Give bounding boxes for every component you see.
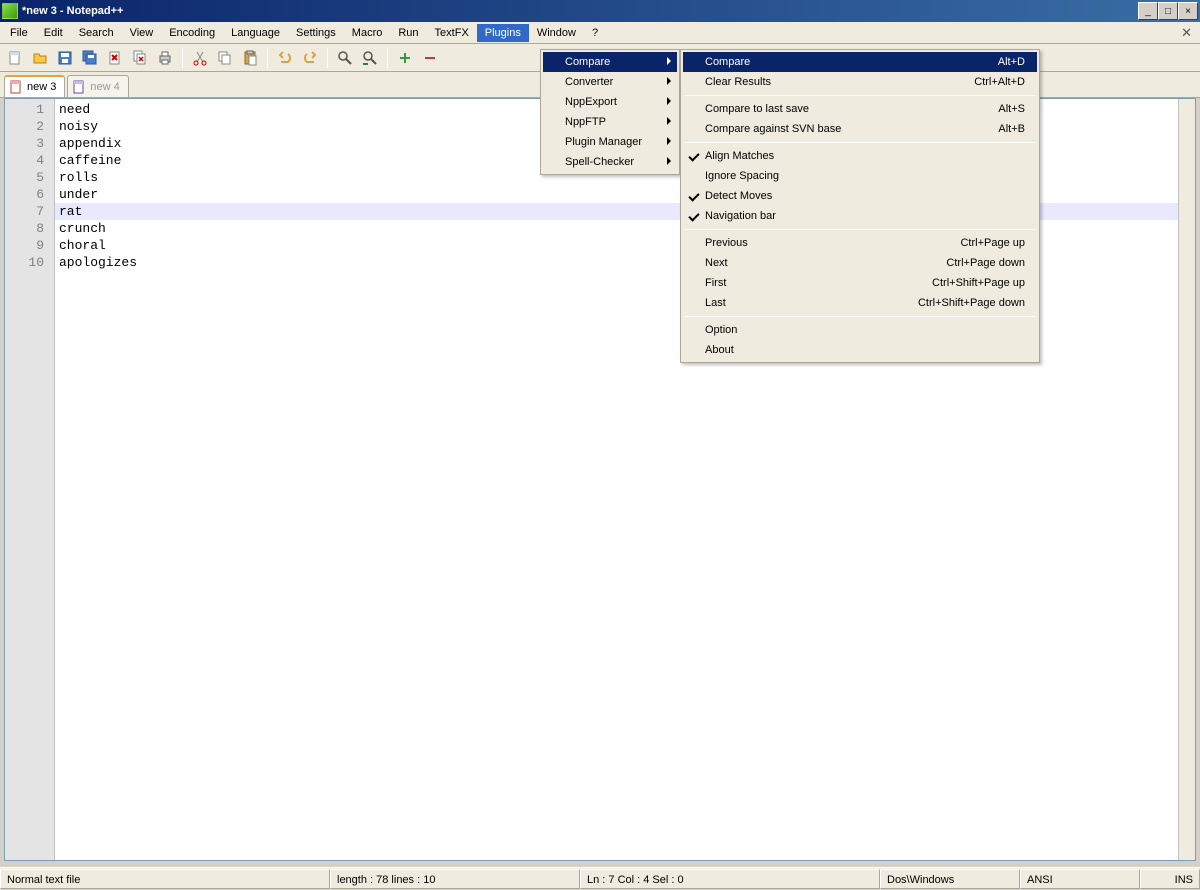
- menu-file[interactable]: File: [2, 24, 36, 42]
- compare-to-last-save[interactable]: Compare to last saveAlt+S: [683, 99, 1037, 119]
- paste-button[interactable]: [239, 47, 261, 69]
- status-bar: Normal text file length : 78 lines : 10 …: [0, 867, 1200, 889]
- open-file-button[interactable]: [29, 47, 51, 69]
- status-length: length : 78 lines : 10: [330, 869, 580, 889]
- menu-view[interactable]: View: [122, 24, 162, 42]
- replace-button[interactable]: [359, 47, 381, 69]
- menu-encoding[interactable]: Encoding: [161, 24, 223, 42]
- menu-language[interactable]: Language: [223, 24, 288, 42]
- status-insert-mode: INS: [1140, 869, 1200, 889]
- compare-about[interactable]: About: [683, 340, 1037, 360]
- tab-label: new 3: [27, 81, 56, 93]
- print-button[interactable]: [154, 47, 176, 69]
- plugins-compare[interactable]: Compare: [543, 52, 677, 72]
- save-button[interactable]: [54, 47, 76, 69]
- status-position: Ln : 7 Col : 4 Sel : 0: [580, 869, 880, 889]
- tab-new-3[interactable]: new 3: [4, 75, 65, 97]
- titlebar: *new 3 - Notepad++ _ □ ×: [0, 0, 1200, 22]
- compare-detect-moves[interactable]: Detect Moves: [683, 186, 1037, 206]
- compare-ignore-spacing[interactable]: Ignore Spacing: [683, 166, 1037, 186]
- menu-window[interactable]: Window: [529, 24, 584, 42]
- line-number-gutter: 12345 678910: [5, 99, 55, 860]
- compare-compare[interactable]: CompareAlt+D: [683, 52, 1037, 72]
- menu-search[interactable]: Search: [71, 24, 122, 42]
- file-icon: [72, 80, 86, 94]
- compare-previous[interactable]: PreviousCtrl+Page up: [683, 233, 1037, 253]
- redo-button[interactable]: [299, 47, 321, 69]
- menu-run[interactable]: Run: [390, 24, 426, 42]
- find-button[interactable]: [334, 47, 356, 69]
- copy-button[interactable]: [214, 47, 236, 69]
- status-encoding: ANSI: [1020, 869, 1140, 889]
- vertical-scrollbar[interactable]: [1178, 99, 1195, 860]
- menu-edit[interactable]: Edit: [36, 24, 71, 42]
- compare-option[interactable]: Option: [683, 320, 1037, 340]
- close-file-button[interactable]: [104, 47, 126, 69]
- cut-button[interactable]: [189, 47, 211, 69]
- menu-textfx[interactable]: TextFX: [427, 24, 477, 42]
- plugins-converter[interactable]: Converter: [543, 72, 677, 92]
- status-filetype: Normal text file: [0, 869, 330, 889]
- compare-against-svn-base[interactable]: Compare against SVN baseAlt+B: [683, 119, 1037, 139]
- document-close-button[interactable]: ✕: [1175, 25, 1198, 41]
- undo-button[interactable]: [274, 47, 296, 69]
- plugins-dropdown: Compare Converter NppExport NppFTP Plugi…: [540, 49, 680, 175]
- plugins-plugin-manager[interactable]: Plugin Manager: [543, 132, 677, 152]
- file-icon: [9, 80, 23, 94]
- status-eol: Dos\Windows: [880, 869, 1020, 889]
- compare-last[interactable]: LastCtrl+Shift+Page down: [683, 293, 1037, 313]
- compare-clear-results[interactable]: Clear ResultsCtrl+Alt+D: [683, 72, 1037, 92]
- close-all-button[interactable]: [129, 47, 151, 69]
- window-title: *new 3 - Notepad++: [22, 5, 1138, 17]
- compare-navigation-bar[interactable]: Navigation bar: [683, 206, 1037, 226]
- compare-align-matches[interactable]: Align Matches: [683, 146, 1037, 166]
- zoom-in-button[interactable]: [394, 47, 416, 69]
- menu-plugins[interactable]: Plugins: [477, 24, 529, 42]
- new-file-button[interactable]: [4, 47, 26, 69]
- save-all-button[interactable]: [79, 47, 101, 69]
- menubar: File Edit Search View Encoding Language …: [0, 22, 1200, 44]
- zoom-out-button[interactable]: [419, 47, 441, 69]
- compare-next[interactable]: NextCtrl+Page down: [683, 253, 1037, 273]
- menu-help[interactable]: ?: [584, 24, 606, 42]
- compare-first[interactable]: FirstCtrl+Shift+Page up: [683, 273, 1037, 293]
- minimize-button[interactable]: _: [1138, 2, 1158, 20]
- plugins-nppexport[interactable]: NppExport: [543, 92, 677, 112]
- maximize-button[interactable]: □: [1158, 2, 1178, 20]
- plugins-spell-checker[interactable]: Spell-Checker: [543, 152, 677, 172]
- tab-label: new 4: [90, 81, 119, 93]
- compare-submenu: CompareAlt+D Clear ResultsCtrl+Alt+D Com…: [680, 49, 1040, 363]
- close-button[interactable]: ×: [1178, 2, 1198, 20]
- menu-settings[interactable]: Settings: [288, 24, 344, 42]
- app-icon: [2, 3, 18, 19]
- plugins-nppftp[interactable]: NppFTP: [543, 112, 677, 132]
- tab-new-4[interactable]: new 4: [67, 75, 128, 97]
- menu-macro[interactable]: Macro: [344, 24, 391, 42]
